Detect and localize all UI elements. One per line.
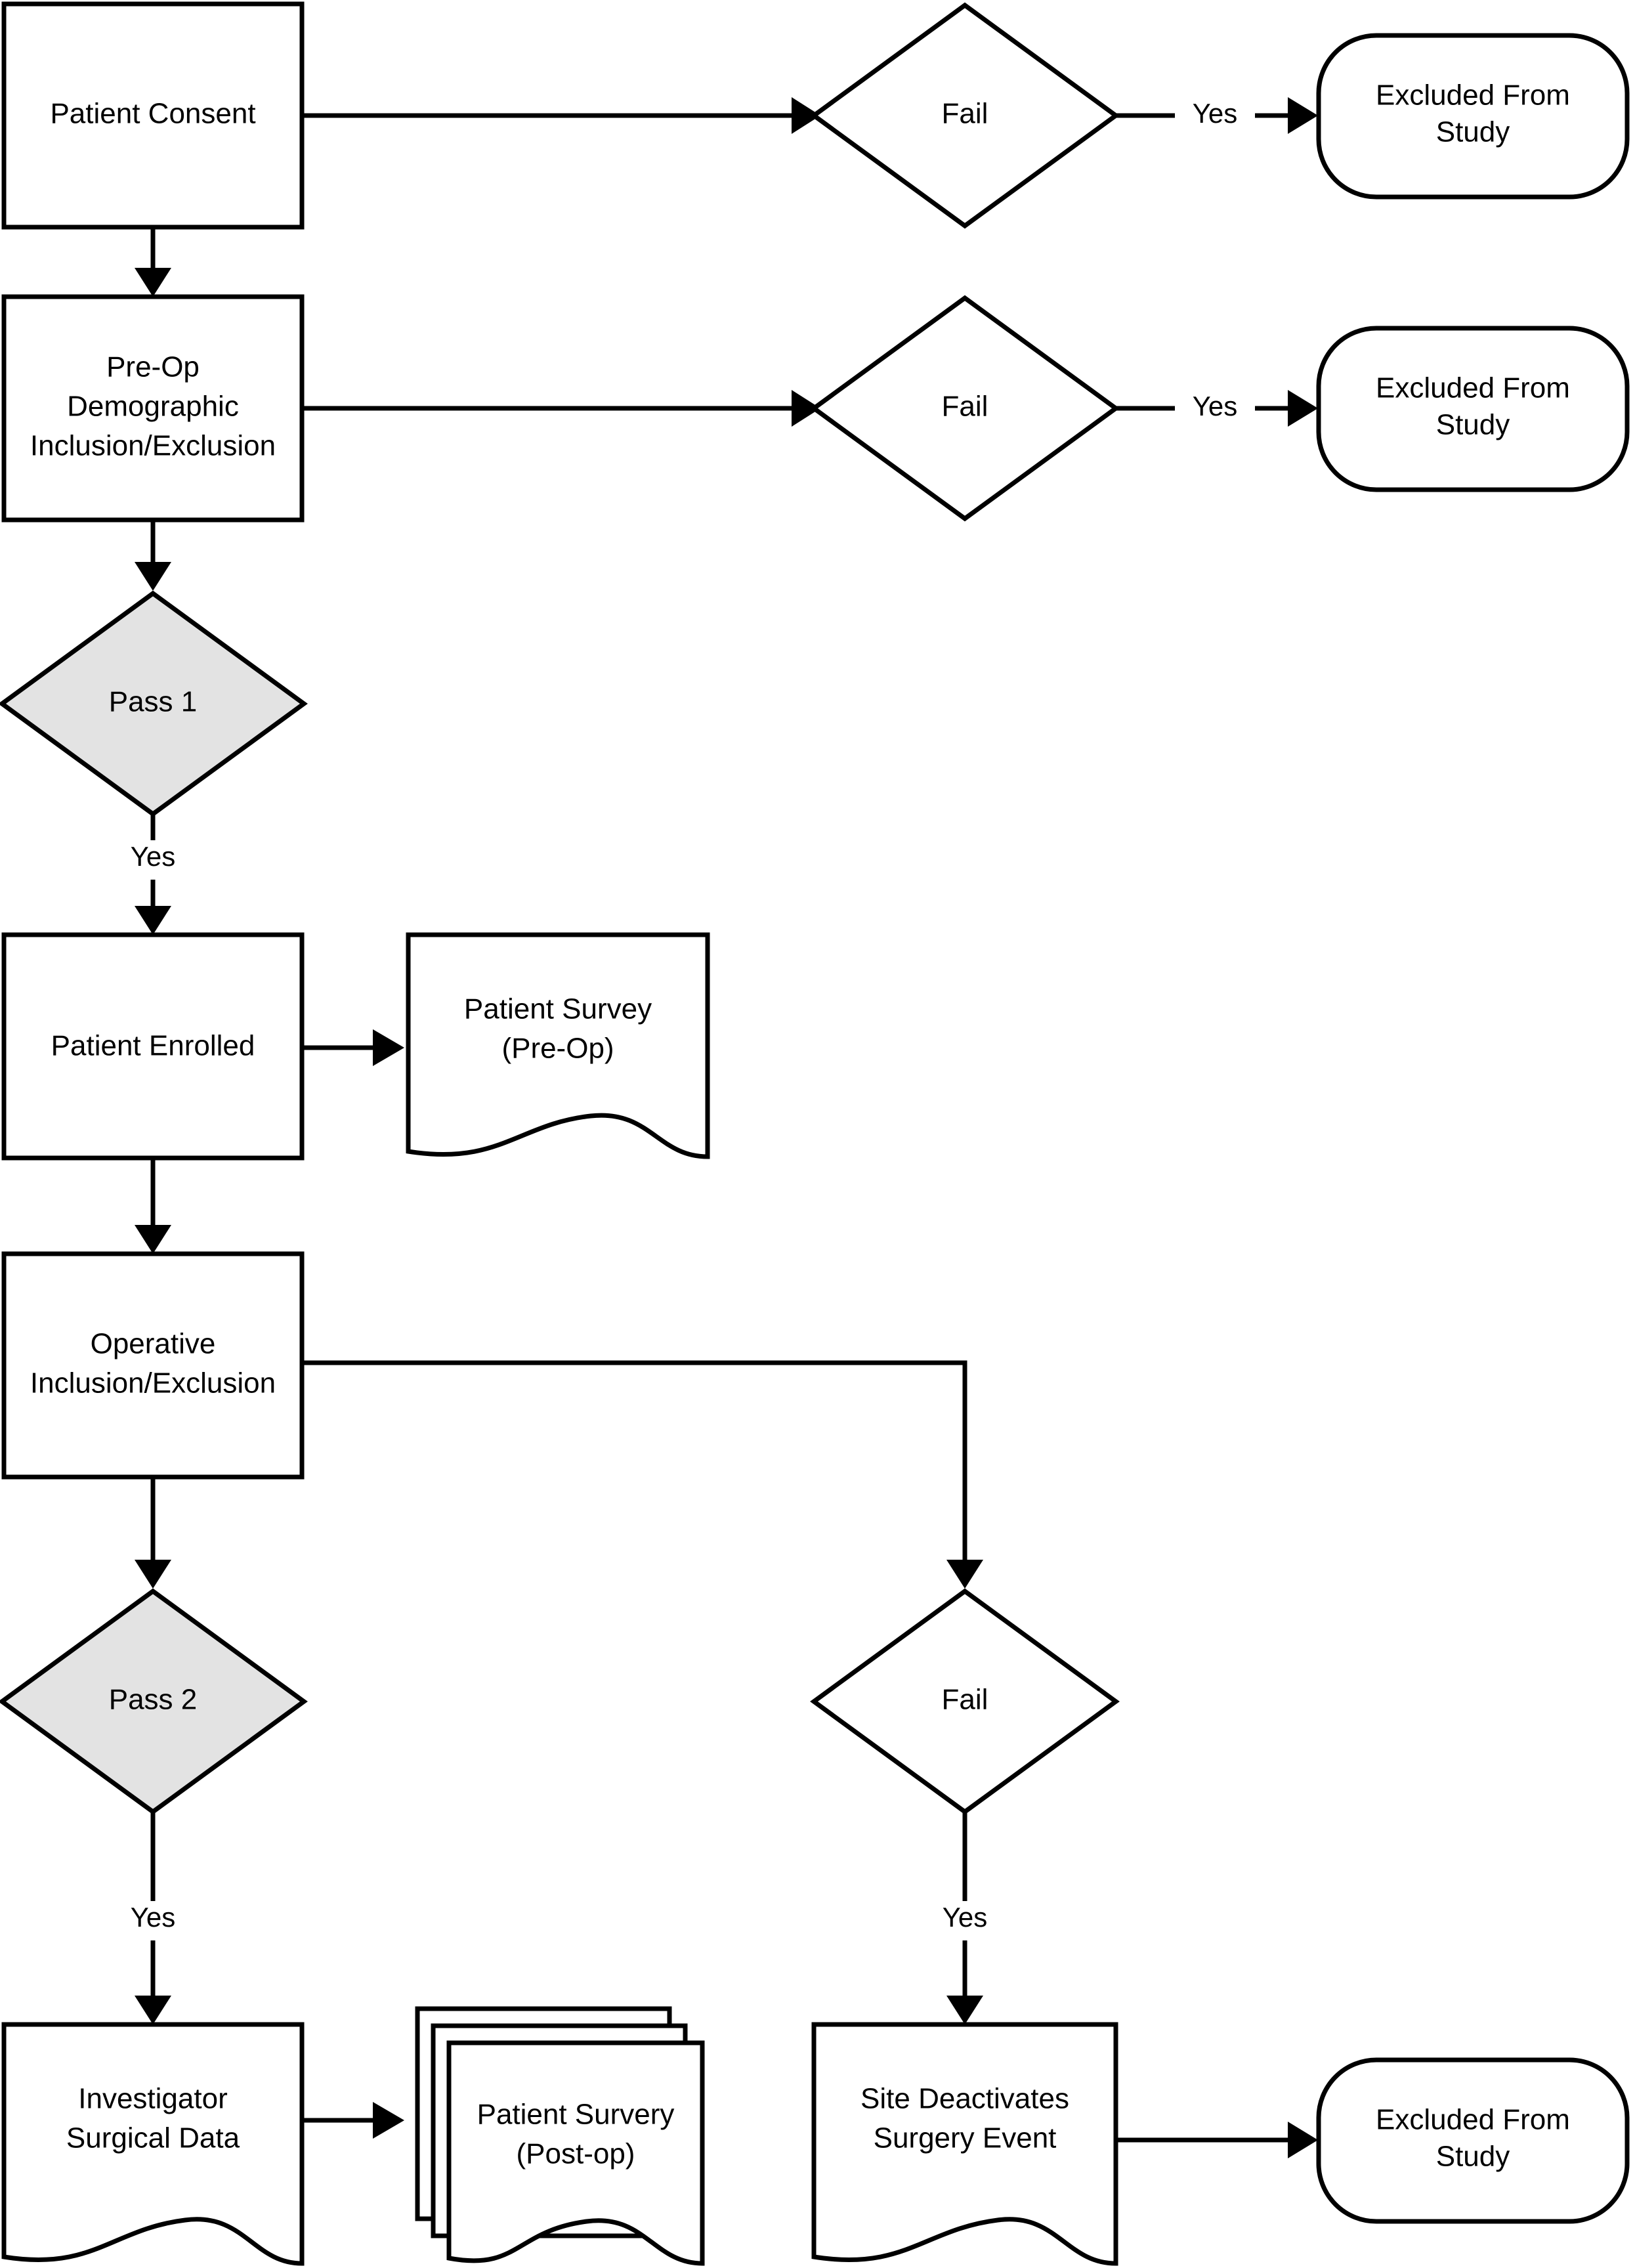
node-patient-enrolled[interactable]: Patient Enrolled bbox=[1, 932, 305, 1161]
pass-1-label: Pass 1 bbox=[109, 686, 198, 718]
flowchart-canvas: Patient Consent Fail Yes Excluded From S… bbox=[0, 0, 1635, 2268]
survey-postop-line2: (Post-op) bbox=[517, 2138, 635, 2170]
edge-label-consent-fail-yes: Yes bbox=[1193, 98, 1238, 129]
node-excluded-from-study-2[interactable]: Excluded From Study bbox=[1316, 326, 1630, 492]
preop-line3: Inclusion/Exclusion bbox=[30, 430, 276, 462]
edge-enrolled-to-survey-preop bbox=[302, 1029, 404, 1066]
operative-line2: Inclusion/Exclusion bbox=[30, 1367, 276, 1400]
survey-preop-line1: Patient Survey bbox=[464, 993, 652, 1025]
node-excluded-from-study-3[interactable]: Excluded From Study bbox=[1316, 2057, 1630, 2224]
flowchart-svg: Patient Consent Fail Yes Excluded From S… bbox=[0, 1, 1630, 2266]
edge-enrolled-to-operative bbox=[135, 1158, 171, 1254]
excluded-1-line1: Excluded From bbox=[1376, 79, 1570, 112]
node-patient-consent[interactable]: Patient Consent bbox=[1, 1, 305, 230]
node-survey-postop[interactable]: Patient Survery (Post-op) bbox=[415, 2006, 705, 2266]
site-deactivates-line1: Site Deactivates bbox=[860, 2083, 1069, 2115]
excluded-3-line1: Excluded From bbox=[1376, 2104, 1570, 2136]
pass-2-label: Pass 2 bbox=[109, 1684, 198, 1716]
excluded-2-line2: Study bbox=[1436, 409, 1510, 441]
edge-preop-to-fail bbox=[302, 390, 820, 427]
edge-consent-to-fail bbox=[302, 97, 820, 134]
node-site-deactivates-surgery-event[interactable]: Site Deactivates Surgery Event bbox=[811, 2022, 1118, 2266]
edge-investigator-data-to-survey-postop bbox=[302, 2102, 404, 2139]
fail-operative-label: Fail bbox=[942, 1684, 988, 1716]
node-survey-preop[interactable]: Patient Survey (Pre-Op) bbox=[406, 932, 710, 1159]
node-preop-demographic[interactable]: Pre-Op Demographic Inclusion/Exclusion bbox=[1, 294, 305, 523]
site-deactivates-line2: Surgery Event bbox=[874, 2122, 1057, 2154]
fail-consent-label: Fail bbox=[942, 98, 988, 130]
edge-label-preop-fail-yes: Yes bbox=[1193, 391, 1238, 421]
excluded-1-line2: Study bbox=[1436, 116, 1510, 148]
edge-consent-to-preop bbox=[135, 227, 171, 297]
node-fail-consent[interactable]: Fail bbox=[810, 2, 1120, 229]
node-fail-operative[interactable]: Fail bbox=[810, 1588, 1120, 1815]
edge-label-pass2-yes: Yes bbox=[131, 1902, 176, 1933]
edge-site-deactivates-to-excluded-3 bbox=[1116, 2122, 1318, 2158]
fail-preop-label: Fail bbox=[942, 391, 988, 423]
node-pass-2[interactable]: Pass 2 bbox=[0, 1588, 308, 1815]
node-fail-preop[interactable]: Fail bbox=[810, 295, 1120, 522]
node-operative-inclusion-exclusion[interactable]: Operative Inclusion/Exclusion bbox=[1, 1251, 305, 1480]
edge-fail-to-excluded-1: Yes bbox=[1116, 97, 1318, 134]
investigator-data-line2: Surgical Data bbox=[66, 2122, 240, 2154]
edge-pass2-to-investigator-data: Yes bbox=[131, 1812, 176, 2024]
patient-enrolled-label: Patient Enrolled bbox=[51, 1030, 255, 1062]
survey-postop-line1: Patient Survery bbox=[477, 2099, 675, 2131]
edge-label-pass1-yes: Yes bbox=[131, 841, 176, 872]
edge-operative-to-pass2 bbox=[135, 1477, 171, 1589]
node-investigator-surgical-data[interactable]: Investigator Surgical Data bbox=[1, 2022, 305, 2266]
node-pass-1[interactable]: Pass 1 bbox=[0, 590, 308, 817]
operative-line1: Operative bbox=[91, 1328, 216, 1360]
edge-preop-to-pass1 bbox=[135, 520, 171, 591]
edge-pass1-to-enrolled: Yes bbox=[131, 814, 176, 935]
excluded-3-line2: Study bbox=[1436, 2141, 1510, 2173]
survey-preop-line2: (Pre-Op) bbox=[501, 1033, 614, 1065]
edge-fail-to-site-deactivates: Yes bbox=[943, 1812, 988, 2024]
edge-label-operative-fail-yes: Yes bbox=[943, 1902, 988, 1933]
patient-consent-label: Patient Consent bbox=[50, 98, 255, 130]
edge-fail-to-excluded-2: Yes bbox=[1116, 390, 1318, 427]
preop-line1: Pre-Op bbox=[106, 351, 200, 383]
excluded-2-line1: Excluded From bbox=[1376, 372, 1570, 404]
edge-operative-to-fail bbox=[302, 1360, 983, 1589]
preop-line2: Demographic bbox=[67, 391, 239, 423]
investigator-data-line1: Investigator bbox=[78, 2083, 227, 2115]
node-excluded-from-study-1[interactable]: Excluded From Study bbox=[1316, 33, 1630, 200]
